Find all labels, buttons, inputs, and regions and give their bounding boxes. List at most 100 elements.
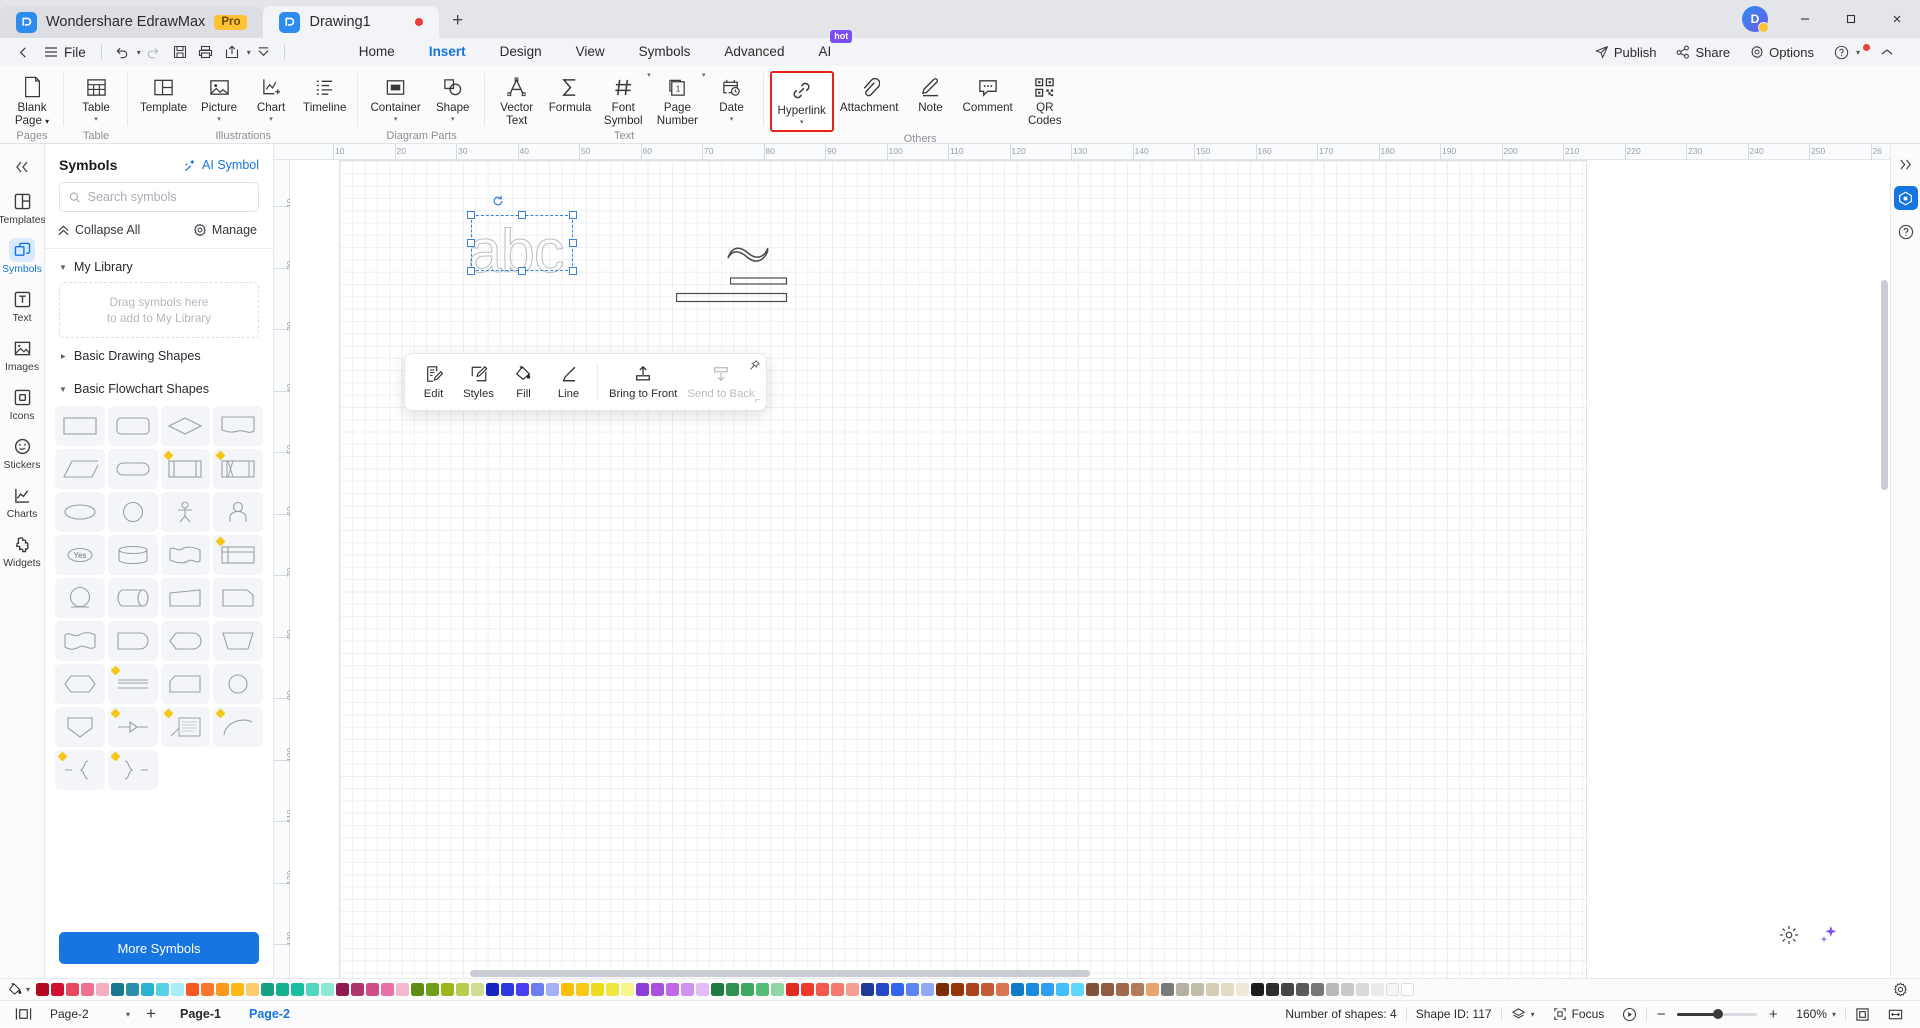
share-button[interactable]: Share	[1668, 45, 1738, 60]
tab-symbols[interactable]: Symbols	[622, 38, 708, 66]
back-button[interactable]	[10, 40, 36, 64]
color-swatch[interactable]	[126, 983, 140, 996]
redo-button[interactable]	[141, 40, 167, 64]
color-swatch[interactable]	[66, 983, 80, 996]
sidebar-item-stickers[interactable]: Stickers	[0, 427, 45, 476]
formula-button[interactable]: Formula	[543, 71, 598, 115]
vector-text-button[interactable]: Vector Text	[491, 71, 543, 127]
collapse-all-button[interactable]: Collapse All	[57, 223, 140, 237]
fill-dropdown-icon[interactable]: ▾	[26, 985, 30, 994]
shape-database[interactable]	[107, 535, 158, 575]
color-swatch[interactable]	[576, 983, 590, 996]
color-swatch[interactable]	[756, 983, 770, 996]
table-dropdown-icon[interactable]: ▾	[94, 116, 98, 123]
export-button[interactable]	[219, 40, 245, 64]
sidebar-item-icons[interactable]: Icons	[0, 378, 45, 427]
page-tab-1[interactable]: Page-1	[166, 1001, 235, 1028]
color-swatch[interactable]	[861, 983, 875, 996]
manage-button[interactable]: Manage	[193, 223, 257, 237]
resize-handle-e[interactable]	[569, 239, 577, 247]
drawing-page[interactable]: abc Edit Styles Fill Line Bring to Front…	[339, 160, 1587, 978]
page-selector[interactable]: Page-2 ▾	[44, 1004, 136, 1024]
shape-arc[interactable]	[213, 707, 263, 747]
color-swatch[interactable]	[51, 983, 65, 996]
container-dropdown-icon[interactable]: ▾	[394, 116, 398, 123]
blank-page-button[interactable]: Blank Page ▾	[6, 71, 58, 128]
color-swatch[interactable]	[1401, 983, 1415, 996]
mini-fill-button[interactable]: Fill	[501, 362, 546, 403]
color-swatch[interactable]	[561, 983, 575, 996]
color-swatch[interactable]	[1101, 983, 1115, 996]
panel-scroll-area[interactable]: ▼ My Library Drag symbols here to add to…	[45, 249, 273, 922]
color-swatch[interactable]	[741, 983, 755, 996]
color-swatch[interactable]	[231, 983, 245, 996]
color-swatch[interactable]	[1161, 983, 1175, 996]
document-tab[interactable]: Drawing1	[263, 6, 439, 38]
color-swatch[interactable]	[1266, 983, 1280, 996]
fill-color-button[interactable]: ▾	[4, 982, 36, 997]
tab-view[interactable]: View	[559, 38, 622, 66]
page-tab-2[interactable]: Page-2	[235, 1001, 304, 1028]
resize-handle-sw[interactable]	[467, 267, 475, 275]
color-swatch[interactable]	[1116, 983, 1130, 996]
color-swatch[interactable]	[591, 983, 605, 996]
mini-styles-button[interactable]: Styles	[456, 362, 501, 403]
shape-arrow-connector[interactable]	[107, 707, 158, 747]
shape-brace-left[interactable]	[55, 750, 105, 790]
shape-extract[interactable]	[55, 707, 105, 747]
color-swatch[interactable]	[411, 983, 425, 996]
shape-bar-small[interactable]	[729, 275, 788, 290]
color-swatch[interactable]	[291, 983, 305, 996]
color-swatch[interactable]	[1131, 983, 1145, 996]
color-swatch[interactable]	[816, 983, 830, 996]
shape-button[interactable]: Shape ▾	[427, 71, 479, 123]
user-avatar[interactable]: D	[1742, 6, 1769, 33]
page-view-button[interactable]	[8, 1001, 38, 1028]
color-swatch[interactable]	[81, 983, 95, 996]
color-swatch[interactable]	[891, 983, 905, 996]
shape-lines[interactable]	[107, 664, 158, 704]
color-swatch[interactable]	[516, 983, 530, 996]
shape-rounded-rect[interactable]	[107, 406, 158, 446]
shape-direct-access-storage[interactable]	[107, 578, 158, 618]
shape-wave[interactable]	[55, 621, 105, 661]
shape-hexagon-round[interactable]	[160, 621, 211, 661]
horizontal-ruler[interactable]: 10 20 30 40 50 60 70 80 90 100 110 120 130 140 150 160 1…	[274, 144, 1890, 160]
color-swatch[interactable]	[1191, 983, 1205, 996]
shape-document[interactable]	[213, 406, 263, 446]
hyperlink-button[interactable]: Hyperlink ▾	[769, 71, 834, 132]
color-swatch[interactable]	[36, 983, 50, 996]
color-swatch[interactable]	[1086, 983, 1100, 996]
color-swatch[interactable]	[321, 983, 335, 996]
mini-line-button[interactable]: Line	[546, 362, 591, 403]
section-basic-flowchart-shapes[interactable]: ▼ Basic Flowchart Shapes	[45, 371, 273, 404]
rotation-handle[interactable]	[492, 195, 504, 210]
color-swatch[interactable]	[1071, 983, 1085, 996]
resize-handle-w[interactable]	[467, 239, 475, 247]
color-swatch[interactable]	[1356, 983, 1370, 996]
options-button[interactable]: Options	[1742, 45, 1822, 60]
color-swatch[interactable]	[936, 983, 950, 996]
color-swatch[interactable]	[1056, 983, 1070, 996]
color-swatch[interactable]	[666, 983, 680, 996]
color-swatch[interactable]	[96, 983, 110, 996]
chart-dropdown-icon[interactable]: ▾	[269, 116, 273, 123]
resize-handle-s[interactable]	[518, 267, 526, 275]
color-swatch[interactable]	[186, 983, 200, 996]
mini-bring-to-front-button[interactable]: Bring to Front	[604, 362, 682, 403]
shape-data[interactable]	[55, 449, 105, 489]
resize-handle-n[interactable]	[518, 211, 526, 219]
color-swatch[interactable]	[276, 983, 290, 996]
color-swatch[interactable]	[426, 983, 440, 996]
resize-handle-nw[interactable]	[467, 211, 475, 219]
shape-dropdown-icon[interactable]: ▾	[451, 116, 455, 123]
format-panel-button[interactable]	[1893, 186, 1918, 210]
zoom-in-button[interactable]: +	[1765, 1006, 1781, 1023]
pin-icon[interactable]	[749, 359, 760, 374]
shape-brace-right[interactable]	[107, 750, 158, 790]
shape-process[interactable]	[55, 406, 105, 446]
new-tab-button[interactable]: +	[443, 6, 473, 36]
color-swatch[interactable]	[921, 983, 935, 996]
color-swatch[interactable]	[456, 983, 470, 996]
maximize-button[interactable]	[1828, 0, 1874, 38]
